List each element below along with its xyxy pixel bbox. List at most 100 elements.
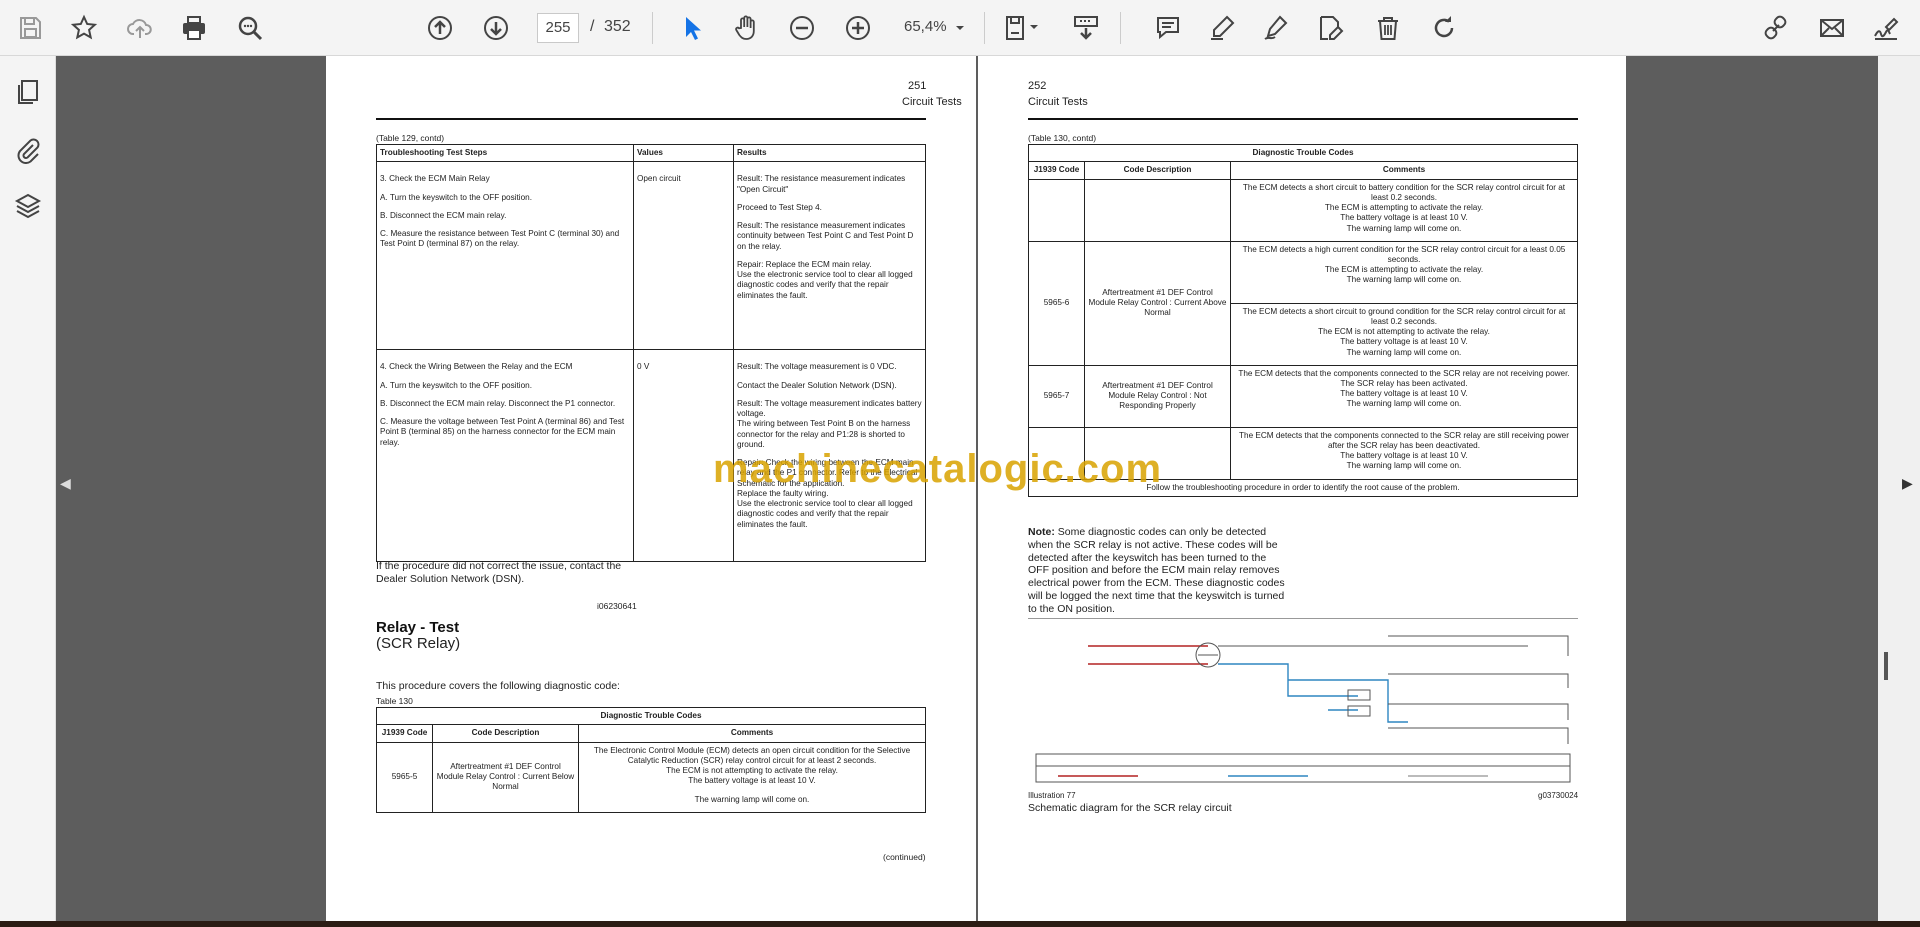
table-row: 5965-7 Aftertreatment #1 DEF Control Mod… (1028, 364, 1578, 428)
step-text: A. Turn the keyswitch to the OFF positio… (380, 192, 532, 202)
vertical-scrollbar[interactable] (1878, 56, 1920, 921)
description-cell: Aftertreatment #1 DEF Control Module Rel… (1084, 364, 1231, 428)
step-text: 3. Check the ECM Main Relay (380, 174, 490, 184)
page-number-input[interactable]: 255 (537, 13, 579, 43)
find-button[interactable] (232, 10, 268, 46)
comment-cell: The ECM detects that the components conn… (1230, 364, 1578, 428)
step-text: B. Disconnect the ECM main relay. Discon… (380, 398, 616, 408)
scroll-mode-button[interactable] (1068, 10, 1104, 46)
continued-label: (continued) (883, 852, 926, 862)
toolbar-divider (1120, 12, 1121, 44)
table-title: Diagnostic Trouble Codes (1028, 143, 1578, 163)
scrollbar-thumb[interactable] (1884, 652, 1888, 680)
bookmark-button[interactable] (66, 10, 102, 46)
previous-page-arrow[interactable]: ◀ (60, 475, 71, 492)
previous-page-button[interactable] (422, 10, 458, 46)
zoom-in-icon (846, 16, 870, 40)
table-row: 3. Check the ECM Main Relay A. Turn the … (376, 161, 926, 351)
header-rule (376, 118, 926, 120)
table-title: Diagnostic Trouble Codes (376, 706, 926, 726)
main-toolbar: 255 / 352 65,4% (0, 0, 1920, 56)
edit-button[interactable] (1312, 10, 1348, 46)
fit-page-button[interactable] (998, 10, 1048, 46)
table-row: 5965-6 Aftertreatment #1 DEF Control Mod… (1028, 240, 1578, 366)
select-tool-button[interactable] (674, 10, 710, 46)
step-text: A. Turn the keyswitch to the OFF positio… (380, 380, 532, 390)
comment-button[interactable] (1150, 10, 1186, 46)
comment-text: The warning lamp will come on. (694, 794, 810, 804)
table-row: The ECM detects a short circuit to batte… (1028, 178, 1578, 242)
upload-button[interactable] (122, 10, 158, 46)
rotate-icon (1434, 16, 1454, 38)
zoom-in-button[interactable] (840, 10, 876, 46)
note-label: Note: (1028, 526, 1055, 538)
zoom-dropdown[interactable] (948, 10, 972, 46)
edit-icon (1320, 16, 1344, 40)
toolbar-divider (984, 12, 985, 44)
illustration-caption: Schematic diagram for the SCR relay circ… (1028, 802, 1232, 814)
page-number: 252 (1028, 80, 1047, 92)
hand-icon (735, 15, 755, 40)
highlight-button[interactable] (1204, 10, 1240, 46)
email-button[interactable] (1814, 10, 1850, 46)
save-icon (20, 17, 41, 39)
print-button[interactable] (176, 10, 212, 46)
table-header: Troubleshooting Test Steps (376, 143, 634, 163)
result-text: Result: The voltage measurement indicate… (737, 398, 922, 449)
share-icon (1764, 15, 1787, 40)
step-text: C. Measure the voltage between Test Poin… (380, 417, 625, 447)
save-button[interactable] (12, 10, 48, 46)
step-text: 4. Check the Wiring Between the Relay an… (380, 362, 573, 372)
code-cell: 5965-6 (1028, 240, 1085, 366)
page-up-icon (428, 16, 452, 40)
zoom-out-button[interactable] (784, 10, 820, 46)
table-header: Comments (578, 724, 926, 743)
page-down-icon (484, 16, 508, 40)
sign-button[interactable] (1868, 10, 1904, 46)
comment-icon (1157, 17, 1179, 40)
reference-id: i06230641 (597, 601, 637, 611)
note-text: Some diagnostic codes can only be detect… (1028, 526, 1285, 615)
navigation-panel (0, 56, 56, 927)
header-rule (1028, 118, 1578, 120)
fit-page-icon (1006, 16, 1038, 40)
share-button[interactable] (1758, 10, 1794, 46)
mail-icon (1820, 19, 1844, 37)
result-text: Contact the Dealer Solution Network (DSN… (737, 380, 897, 390)
chevron-down-icon (956, 26, 964, 30)
next-page-arrow[interactable]: ▶ (1902, 475, 1913, 492)
comment-cell: The ECM detects that the components conn… (1230, 426, 1578, 480)
pages-panel-icon (18, 80, 38, 104)
highlight-icon (1211, 15, 1235, 40)
next-page-button[interactable] (478, 10, 514, 46)
result-text: Result: The resistance measurement indic… (737, 174, 906, 194)
description-cell: Aftertreatment #1 DEF Control Module Rel… (1084, 240, 1231, 366)
find-icon (238, 16, 263, 41)
attachments-panel-button[interactable] (12, 134, 44, 166)
page-total: 352 (604, 18, 631, 35)
contact-text: If the procedure did not correct the iss… (376, 560, 622, 585)
table-row: 5965-5 Aftertreatment #1 DEF Control Mod… (376, 741, 926, 813)
result-text: Repair: Replace the ECM main relay. Use … (737, 259, 913, 300)
zoom-level[interactable]: 65,4% (904, 18, 947, 35)
watermark: machinecatalogic.com (713, 447, 1163, 491)
hand-tool-button[interactable] (728, 10, 764, 46)
illustration-rule (1028, 618, 1578, 619)
rotate-button[interactable] (1426, 10, 1462, 46)
draw-icon (1264, 15, 1288, 40)
table-caption: (Table 130, contd) (1028, 133, 1097, 143)
table-header: Code Description (432, 724, 579, 743)
zoom-out-icon (790, 16, 814, 40)
draw-button[interactable] (1258, 10, 1294, 46)
delete-button[interactable] (1370, 10, 1406, 46)
table-caption: (Table 129, contd) (376, 133, 445, 143)
troubleshooting-table: Troubleshooting Test Steps Values Result… (376, 143, 926, 563)
pages-panel-button[interactable] (12, 76, 44, 108)
step-text: C. Measure the resistance between Test P… (380, 229, 620, 249)
sign-icon (1874, 17, 1899, 40)
intro-text: This procedure covers the following diag… (376, 680, 620, 692)
description-cell (1084, 178, 1231, 242)
table-label: Table 130 (376, 696, 413, 706)
diagnostic-codes-table: Diagnostic Trouble Codes J1939 Code Code… (376, 706, 926, 813)
layers-panel-button[interactable] (12, 190, 44, 222)
